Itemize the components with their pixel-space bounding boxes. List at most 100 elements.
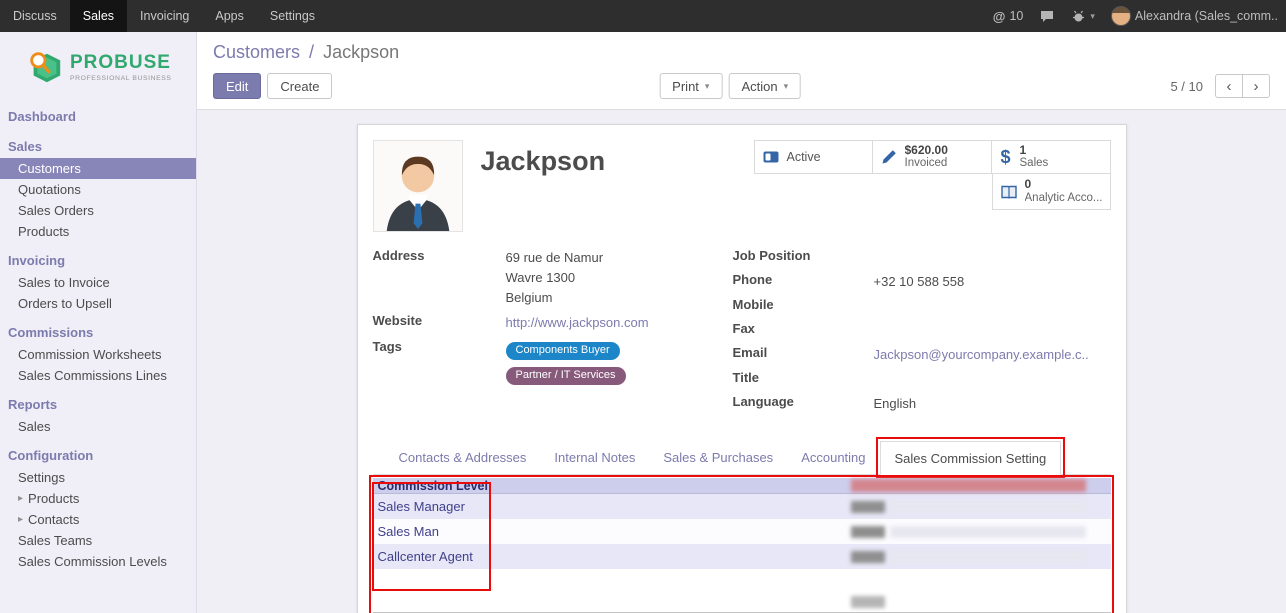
main-area: Customers / Jackpson Edit Create Print ▾… <box>197 32 1286 613</box>
address-label: Address <box>373 248 506 308</box>
invoiced-pencil-icon <box>880 148 898 166</box>
job-position-value <box>874 248 1111 267</box>
sidebar-item-config-products[interactable]: ▸ Products <box>0 488 196 509</box>
sales-count: 1 <box>1020 143 1049 157</box>
pager-count: 5 / 10 <box>1170 79 1203 94</box>
tab-internal-notes[interactable]: Internal Notes <box>540 441 649 475</box>
sidebar-item-reports-sales[interactable]: Sales <box>0 416 196 437</box>
sidebar-item-sales-commission-levels[interactable]: Sales Commission Levels <box>0 551 196 572</box>
language-label: Language <box>733 394 874 414</box>
bug-icon <box>1071 9 1086 24</box>
caret-down-icon: ▾ <box>1090 11 1095 22</box>
user-menu[interactable]: Alexandra (Sales_comm.. <box>1111 6 1278 26</box>
sidebar-item-sales-to-invoice[interactable]: Sales to Invoice <box>0 272 196 293</box>
sidebar-item-products[interactable]: Products <box>0 221 196 242</box>
mention-count: 10 <box>1009 9 1023 23</box>
brand-name: PROBUSE <box>70 53 172 72</box>
breadcrumb-customers-link[interactable]: Customers <box>213 42 300 62</box>
sidebar-heading-reports[interactable]: Reports <box>0 393 196 416</box>
topbar-systray: @ 10 ▾ Alexandra (Sales_comm.. <box>993 0 1286 32</box>
sidebar-item-config-contacts[interactable]: ▸ Contacts <box>0 509 196 530</box>
sidebar-heading-commissions[interactable]: Commissions <box>0 321 196 344</box>
sidebar-heading-invoicing[interactable]: Invoicing <box>0 249 196 272</box>
chat-bubble-icon <box>1039 9 1055 24</box>
menu-apps[interactable]: Apps <box>202 0 257 32</box>
sidebar-heading-configuration[interactable]: Configuration <box>0 444 196 467</box>
field-group: Address 69 rue de Namur Wavre 1300 Belgi… <box>373 248 1111 419</box>
probuse-logo[interactable]: PROBUSE PROFESSIONAL BUSINESS <box>0 32 196 98</box>
redacted-value <box>851 551 885 563</box>
address-line: Wavre 1300 <box>506 268 733 288</box>
tags-label: Tags <box>373 339 506 389</box>
table-row[interactable]: Sales Manager <box>373 494 1111 519</box>
stat-buttons: Active $620.00 Invoiced $ <box>754 140 1111 210</box>
email-link[interactable]: Jackpson@yourcompany.example.c.. <box>874 347 1089 362</box>
action-dropdown[interactable]: Action ▾ <box>728 73 801 99</box>
redacted-value <box>890 526 1086 538</box>
address-value: 69 rue de Namur Wavre 1300 Belgium <box>506 248 733 308</box>
create-button[interactable]: Create <box>267 73 332 99</box>
sidebar-heading-sales[interactable]: Sales <box>0 135 196 158</box>
analytic-count: 0 <box>1025 177 1103 191</box>
commission-level-cell: Sales Manager <box>373 499 851 514</box>
address-line: Belgium <box>506 288 733 308</box>
control-panel: Customers / Jackpson Edit Create Print ▾… <box>197 32 1286 110</box>
sidebar-item-label: Products <box>28 491 79 506</box>
invoiced-stat-button[interactable]: $620.00 Invoiced <box>872 140 992 174</box>
invoiced-label: Invoiced <box>905 157 948 171</box>
sidebar-item-quotations[interactable]: Quotations <box>0 179 196 200</box>
customer-photo-image <box>374 141 462 231</box>
sales-stat-button[interactable]: $ 1 Sales <box>991 140 1111 174</box>
fax-label: Fax <box>733 321 874 340</box>
sidebar-item-settings[interactable]: Settings <box>0 467 196 488</box>
table-row[interactable]: Callcenter Agent <box>373 544 1111 569</box>
messages-button[interactable] <box>1039 9 1055 24</box>
logo-text: PROBUSE PROFESSIONAL BUSINESS <box>70 53 172 82</box>
active-stat-button[interactable]: Active <box>754 140 873 174</box>
print-dropdown[interactable]: Print ▾ <box>659 73 722 99</box>
sidebar-item-orders-to-upsell[interactable]: Orders to Upsell <box>0 293 196 314</box>
sidebar: PROBUSE PROFESSIONAL BUSINESS Dashboard … <box>0 32 197 613</box>
website-link[interactable]: http://www.jackpson.com <box>506 315 649 330</box>
caret-right-icon: ▸ <box>18 515 23 525</box>
phone-label: Phone <box>733 272 874 292</box>
sidebar-item-sales-commissions-lines[interactable]: Sales Commissions Lines <box>0 365 196 386</box>
commission-level-column-header[interactable]: Commission Level <box>373 479 851 493</box>
menu-settings[interactable]: Settings <box>257 0 328 32</box>
breadcrumb-current: Jackpson <box>323 42 399 62</box>
tag-components-buyer: Components Buyer <box>506 342 620 360</box>
commission-level-cell: Sales Man <box>373 524 851 539</box>
analytic-label: Analytic Acco... <box>1025 192 1103 206</box>
title-value <box>874 370 1111 389</box>
sidebar-heading-dashboard[interactable]: Dashboard <box>0 105 196 128</box>
edit-button[interactable]: Edit <box>213 73 261 99</box>
redacted-value <box>851 501 885 513</box>
redacted-value <box>890 551 1086 563</box>
debug-menu-button[interactable]: ▾ <box>1071 9 1095 24</box>
tab-accounting[interactable]: Accounting <box>787 441 879 475</box>
sidebar-item-sales-teams[interactable]: Sales Teams <box>0 530 196 551</box>
mentions-button[interactable]: @ 10 <box>993 9 1024 24</box>
tab-sales-commission-setting[interactable]: Sales Commission Setting <box>880 441 1062 475</box>
pager-previous-button[interactable]: ‹ <box>1215 74 1243 98</box>
commission-table: Commission Level Sales Manager Sales Man <box>373 475 1111 613</box>
menu-discuss[interactable]: Discuss <box>0 0 70 32</box>
breadcrumb-separator: / <box>309 42 314 62</box>
tab-sales-purchases[interactable]: Sales & Purchases <box>649 441 787 475</box>
title-label: Title <box>733 370 874 389</box>
tab-contacts-addresses[interactable]: Contacts & Addresses <box>385 441 541 475</box>
form-buttons: Edit Create <box>213 73 332 99</box>
menu-sales[interactable]: Sales <box>70 0 127 32</box>
pager: 5 / 10 ‹ › <box>1170 74 1270 98</box>
sidebar-item-sales-orders[interactable]: Sales Orders <box>0 200 196 221</box>
sidebar-item-commission-worksheets[interactable]: Commission Worksheets <box>0 344 196 365</box>
pager-next-button[interactable]: › <box>1242 74 1270 98</box>
website-label: Website <box>373 313 506 333</box>
sidebar-item-customers[interactable]: Customers <box>0 158 196 179</box>
redacted-value <box>890 501 1086 513</box>
table-row[interactable]: Sales Man <box>373 519 1111 544</box>
analytic-accounts-stat-button[interactable]: 0 Analytic Acco... <box>992 173 1111 210</box>
redacted-column-header <box>851 479 1086 492</box>
menu-invoicing[interactable]: Invoicing <box>127 0 202 32</box>
sidebar-item-label: Contacts <box>28 512 79 527</box>
